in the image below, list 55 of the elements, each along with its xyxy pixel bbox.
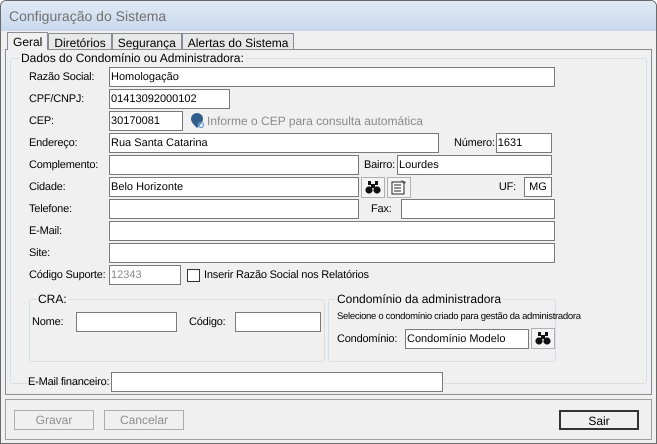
text-field[interactable]: Belo Horizonte bbox=[109, 177, 359, 197]
field-label: Fax: bbox=[370, 202, 393, 216]
checkbox[interactable] bbox=[187, 268, 200, 282]
description-text: Selecione o condomínio criado para gestão da administradora bbox=[337, 310, 581, 324]
field-label: CEP: bbox=[29, 114, 55, 128]
field-label: Inserir Razão Social nos Relatórios bbox=[204, 268, 369, 282]
field-label: Número: bbox=[454, 136, 495, 150]
field-label: Razão Social: bbox=[29, 70, 96, 84]
text-field[interactable]: Homologação bbox=[109, 67, 555, 87]
field-label: Bairro: bbox=[364, 158, 395, 172]
text-field[interactable]: 01413092000102 bbox=[109, 89, 230, 109]
text-field[interactable]: Rua Santa Catarina bbox=[109, 133, 439, 153]
field-label: Código: bbox=[188, 315, 227, 329]
field-label: Endereço: bbox=[29, 136, 78, 150]
field-label: CPF/CNPJ: bbox=[29, 92, 86, 106]
field-label: Condomínio: bbox=[337, 332, 398, 346]
field-label: Código Suporte: bbox=[29, 268, 106, 282]
field-label: E-Mail: bbox=[29, 224, 63, 238]
field-label: UF: bbox=[498, 180, 516, 194]
location-search-icon bbox=[191, 113, 205, 129]
field-label: E-Mail financeiro: bbox=[28, 375, 110, 389]
tab[interactable]: Geral bbox=[7, 32, 48, 50]
field-label: Site: bbox=[29, 246, 52, 260]
tab[interactable]: Diretórios bbox=[48, 33, 112, 49]
field-label: Nome: bbox=[32, 315, 64, 329]
form-button[interactable] bbox=[387, 176, 411, 198]
text-field[interactable] bbox=[111, 372, 444, 392]
text-field[interactable]: 30170081 bbox=[109, 111, 183, 131]
form-icon bbox=[391, 180, 407, 194]
binoculars-icon bbox=[365, 180, 381, 194]
tab[interactable]: Segurança bbox=[112, 33, 182, 49]
tab[interactable]: Alertas do Sistema bbox=[182, 33, 294, 49]
text-field[interactable] bbox=[76, 312, 177, 332]
text-field[interactable] bbox=[235, 312, 321, 332]
action-button[interactable]: Sair bbox=[559, 410, 639, 430]
field-label: Cidade: bbox=[29, 180, 67, 194]
text-field[interactable] bbox=[109, 155, 359, 175]
field-label: Telefone: bbox=[29, 202, 73, 216]
text-field[interactable]: 1631 bbox=[496, 133, 552, 153]
search-button[interactable] bbox=[361, 176, 385, 198]
search-button[interactable] bbox=[531, 328, 555, 349]
text-field[interactable] bbox=[109, 199, 359, 219]
group-title: CRA: bbox=[36, 292, 69, 306]
group-title: Condomínio da administradora bbox=[335, 292, 504, 306]
window-title: Configuração do Sistema bbox=[9, 6, 166, 26]
binoculars-icon bbox=[535, 332, 551, 345]
group-title: Dados do Condomínio ou Administradora: bbox=[19, 51, 246, 65]
text-field[interactable] bbox=[401, 199, 555, 219]
text-field[interactable] bbox=[109, 243, 555, 263]
text-field[interactable]: Lourdes bbox=[397, 155, 552, 175]
cep-hint: Informe o CEP para consulta automática bbox=[207, 113, 423, 130]
text-field[interactable] bbox=[109, 221, 555, 241]
text-field[interactable]: Condomínio Modelo bbox=[405, 328, 529, 348]
text-field[interactable]: MG bbox=[524, 177, 552, 197]
field-label: Complemento: bbox=[29, 158, 100, 172]
